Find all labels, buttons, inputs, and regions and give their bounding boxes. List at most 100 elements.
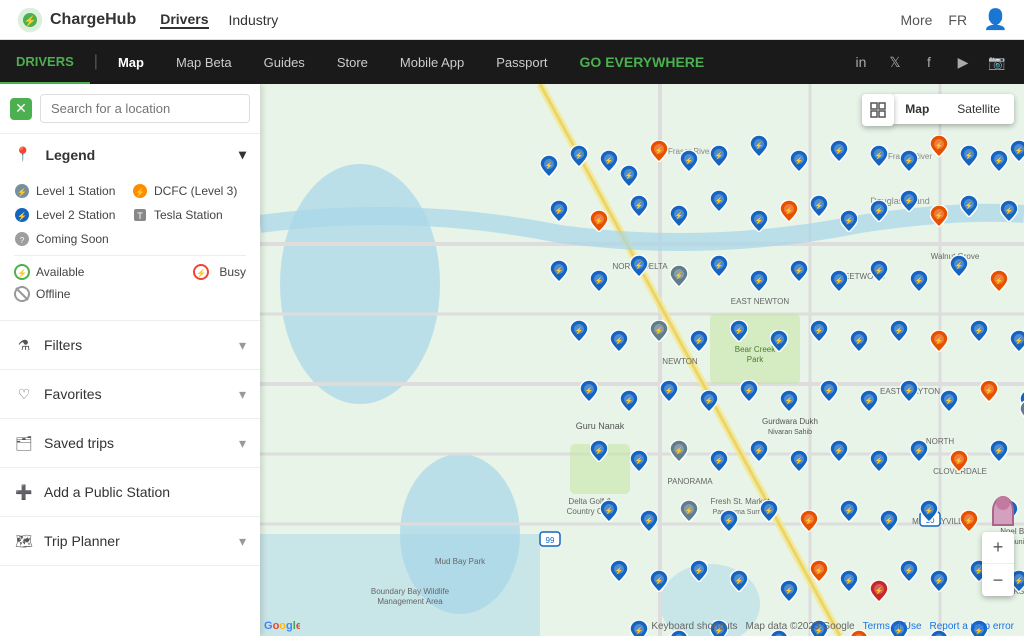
nav-map[interactable]: Map bbox=[102, 40, 160, 84]
ev-station-pin[interactable]: ⚡ bbox=[920, 500, 938, 520]
trip-planner-section[interactable]: 🗺 Trip Planner ▾ bbox=[0, 517, 260, 566]
ev-station-pin[interactable]: ⚡ bbox=[940, 390, 958, 410]
map-area[interactable]: Bear Creek Park NORTH DELTA EAST NEWTON … bbox=[260, 84, 1024, 636]
ev-station-pin[interactable]: ⚡ bbox=[800, 510, 818, 530]
ev-station-pin[interactable]: ⚡ bbox=[870, 260, 888, 280]
ev-station-pin[interactable]: ⚡ bbox=[930, 570, 948, 590]
ev-station-pin[interactable]: ⚡ bbox=[990, 270, 1008, 290]
ev-station-pin[interactable]: ⚡ bbox=[610, 330, 628, 350]
ev-station-pin[interactable]: ⚡ bbox=[780, 580, 798, 600]
ev-station-pin[interactable]: ⚡ bbox=[780, 200, 798, 220]
ev-station-pin[interactable]: ⚡ bbox=[780, 390, 798, 410]
ev-station-pin[interactable]: ⚡ bbox=[950, 450, 968, 470]
add-station-section[interactable]: ➕ Add a Public Station bbox=[0, 468, 260, 517]
ev-station-pin[interactable]: ⚡ bbox=[810, 195, 828, 215]
ev-station-pin[interactable]: ⚡ bbox=[930, 205, 948, 225]
ev-station-pin[interactable]: ⚡ bbox=[960, 145, 978, 165]
ev-station-pin[interactable]: ⚡ bbox=[820, 380, 838, 400]
nav-drivers[interactable]: DRIVERS bbox=[0, 40, 90, 84]
ev-station-pin[interactable]: ⚡ bbox=[870, 450, 888, 470]
map-view-button[interactable]: Map bbox=[891, 94, 943, 124]
ev-station-pin[interactable]: ⚡ bbox=[830, 270, 848, 290]
ev-station-pin[interactable]: ⚡ bbox=[730, 570, 748, 590]
search-input[interactable] bbox=[40, 94, 250, 123]
nav-go-everywhere[interactable]: GO EVERYWHERE bbox=[564, 40, 721, 84]
ev-station-pin[interactable]: ⚡ bbox=[990, 150, 1008, 170]
ev-station-pin[interactable]: ⚡ bbox=[790, 450, 808, 470]
terms-of-use-link[interactable]: Terms of Use bbox=[863, 621, 922, 632]
ev-station-pin[interactable]: ⚡ bbox=[550, 200, 568, 220]
nav-map-beta[interactable]: Map Beta bbox=[160, 40, 248, 84]
linkedin-icon[interactable]: in bbox=[850, 51, 872, 73]
ev-station-pin[interactable]: ⚡ bbox=[710, 145, 728, 165]
ev-station-pin[interactable]: ⚡ bbox=[900, 190, 918, 210]
ev-station-pin[interactable]: ⚡ bbox=[960, 195, 978, 215]
zoom-in-button[interactable]: + bbox=[982, 532, 1014, 564]
ev-station-pin[interactable]: ⚡ bbox=[720, 510, 738, 530]
ev-station-pin[interactable]: ⚡ bbox=[620, 390, 638, 410]
ev-station-pin[interactable]: ⚡ bbox=[980, 380, 998, 400]
ev-station-pin[interactable]: ⚡ bbox=[570, 145, 588, 165]
ev-station-pin[interactable]: ⚡ bbox=[650, 570, 668, 590]
ev-station-pin[interactable]: ⚡ bbox=[840, 570, 858, 590]
favorites-section[interactable]: ♡ Favorites ▾ bbox=[0, 370, 260, 419]
ev-station-pin[interactable]: ⚡ bbox=[960, 510, 978, 530]
ev-station-pin[interactable]: ⚡ bbox=[650, 320, 668, 340]
saved-trips-section[interactable]: 🗂 Saved trips ▾ bbox=[0, 419, 260, 468]
ev-station-pin[interactable]: ⚡ bbox=[630, 620, 648, 636]
legend-header[interactable]: 📍 Legend ▾ bbox=[0, 134, 260, 175]
ev-station-pin[interactable]: ⚡ bbox=[870, 200, 888, 220]
ev-station-pin[interactable]: ⚡ bbox=[710, 255, 728, 275]
youtube-icon[interactable]: ▶ bbox=[952, 51, 974, 73]
ev-station-pin[interactable]: ⚡ bbox=[930, 135, 948, 155]
ev-station-pin[interactable]: ⚡ bbox=[670, 265, 688, 285]
ev-station-pin[interactable]: ⚡ bbox=[630, 195, 648, 215]
ev-station-pin[interactable]: ⚡ bbox=[810, 560, 828, 580]
ev-station-pin[interactable]: ⚡ bbox=[860, 390, 878, 410]
pegman-icon[interactable] bbox=[992, 496, 1014, 526]
user-icon[interactable]: 👤 bbox=[983, 7, 1008, 32]
keyboard-shortcuts-link[interactable]: Keyboard shortcuts bbox=[651, 621, 737, 632]
ev-station-pin[interactable]: ⚡ bbox=[650, 140, 668, 160]
ev-station-pin[interactable]: ⚡ bbox=[660, 380, 678, 400]
ev-station-pin[interactable]: ⚡ bbox=[950, 255, 968, 275]
ev-station-pin[interactable]: ⚡ bbox=[680, 500, 698, 520]
ev-station-pin[interactable]: ⚡ bbox=[680, 150, 698, 170]
ev-station-pin[interactable]: ⚡ bbox=[850, 330, 868, 350]
twitter-icon[interactable]: 𝕏 bbox=[884, 51, 906, 73]
ev-station-pin[interactable]: ⚡ bbox=[870, 145, 888, 165]
ev-station-pin[interactable]: ⚡ bbox=[710, 450, 728, 470]
ev-station-pin[interactable]: ⚡ bbox=[550, 260, 568, 280]
filters-section[interactable]: ⚗ Filters ▾ bbox=[0, 321, 260, 370]
ev-station-pin[interactable]: ⚡ bbox=[580, 380, 598, 400]
ev-station-pin[interactable]: ⚡ bbox=[710, 190, 728, 210]
zoom-out-button[interactable]: − bbox=[982, 564, 1014, 596]
industry-nav-link[interactable]: Industry bbox=[229, 12, 279, 28]
ev-station-pin[interactable]: ⚡ bbox=[610, 560, 628, 580]
ev-station-pin[interactable]: ⚡ bbox=[1000, 200, 1018, 220]
close-button[interactable]: ✕ bbox=[10, 98, 32, 120]
ev-station-pin[interactable]: ⚡ bbox=[910, 270, 928, 290]
ev-station-pin[interactable]: ⚡ bbox=[830, 440, 848, 460]
ev-station-pin[interactable]: ⚡ bbox=[880, 510, 898, 530]
ev-station-pin[interactable]: ⚡ bbox=[640, 510, 658, 530]
more-link[interactable]: More bbox=[901, 12, 933, 28]
nav-store[interactable]: Store bbox=[321, 40, 384, 84]
ev-station-pin[interactable]: ⚡ bbox=[630, 255, 648, 275]
satellite-view-button[interactable]: Satellite bbox=[943, 94, 1014, 124]
ev-station-pin[interactable]: ⚡ bbox=[990, 440, 1008, 460]
ev-station-pin[interactable]: ⚡ bbox=[540, 155, 558, 175]
ev-station-pin[interactable]: ⚡ bbox=[760, 500, 778, 520]
ev-station-pin[interactable]: ⚡ bbox=[620, 165, 638, 185]
instagram-icon[interactable]: 📷 bbox=[986, 51, 1008, 73]
nav-mobile-app[interactable]: Mobile App bbox=[384, 40, 480, 84]
ev-station-pin[interactable]: ⚡ bbox=[970, 320, 988, 340]
ev-station-pin[interactable]: ⚡ bbox=[910, 440, 928, 460]
ev-station-pin[interactable]: ⚡ bbox=[750, 440, 768, 460]
ev-station-pin[interactable]: ⚡ bbox=[1010, 140, 1024, 160]
ev-station-pin[interactable]: ⚡ bbox=[690, 330, 708, 350]
ev-station-pin[interactable]: ⚡ bbox=[770, 330, 788, 350]
ev-station-pin[interactable]: ⚡ bbox=[840, 210, 858, 230]
ev-station-pin[interactable]: ⚡ bbox=[750, 210, 768, 230]
ev-station-pin[interactable]: ⚡ bbox=[1020, 400, 1024, 420]
